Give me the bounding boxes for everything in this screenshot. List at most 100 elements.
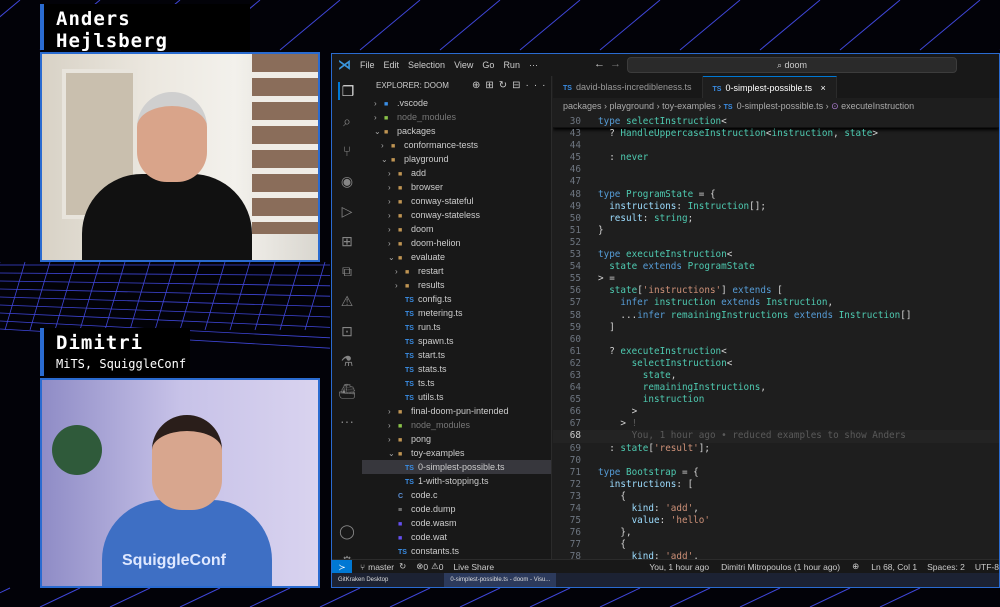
warning-icon[interactable]: ⚠ bbox=[338, 292, 356, 310]
code-editor[interactable]: 30 type selectInstruction< 43 ? HandleUppe… bbox=[553, 116, 999, 559]
tree-file[interactable]: ≡ code.dump bbox=[362, 502, 551, 516]
github-icon[interactable]: ◉ bbox=[338, 172, 356, 190]
remote-icon[interactable]: ≻ bbox=[332, 559, 352, 574]
tree-folder[interactable]: › ■ browser bbox=[362, 180, 551, 194]
search-icon[interactable]: ⌕ bbox=[338, 112, 356, 130]
editor-tab[interactable]: TS 0-simplest-possible.ts × bbox=[702, 76, 837, 98]
taskbar-gitkraken[interactable]: GitKraken Desktop bbox=[332, 573, 394, 587]
grid-line bbox=[179, 261, 201, 331]
editor-tab[interactable]: TS david-blass-incredibleness.ts bbox=[553, 76, 703, 98]
tree-folder[interactable]: › ■ .vscode bbox=[362, 96, 551, 110]
tree-folder[interactable]: › ■ results bbox=[362, 278, 551, 292]
tree-folder[interactable]: ⌄ ■ packages bbox=[362, 124, 551, 138]
code-token: 'add' bbox=[665, 551, 694, 559]
code-token: type bbox=[598, 188, 626, 200]
code-line: 74 kind: 'add', bbox=[553, 503, 999, 515]
tree-folder[interactable]: › ■ conway-stateful bbox=[362, 194, 551, 208]
explorer-sidebar: EXPLORER: DOOM ⊕⊞↻⊟··· › ■ .vscode › ■ node_m… bbox=[362, 76, 552, 559]
menu-item[interactable]: Go bbox=[482, 60, 494, 70]
close-icon[interactable]: × bbox=[821, 83, 826, 93]
zoom-icon[interactable]: ⊕ bbox=[852, 561, 859, 572]
tree-file[interactable]: TS utils.ts bbox=[362, 390, 551, 404]
breadcrumb-item[interactable]: toy-examples bbox=[662, 101, 716, 111]
line-number: 72 bbox=[569, 478, 581, 490]
breadcrumb-item[interactable]: packages bbox=[563, 101, 602, 111]
explorer-icon[interactable]: ❐ bbox=[338, 82, 356, 100]
tree-file[interactable]: TS 1-with-stopping.ts bbox=[362, 474, 551, 488]
tree-folder[interactable]: ⌄ ■ evaluate bbox=[362, 250, 551, 264]
menu-item[interactable]: ··· bbox=[529, 60, 538, 70]
tree-file[interactable]: TS stats.ts bbox=[362, 362, 551, 376]
code-token: ? bbox=[598, 345, 621, 357]
tree-file[interactable]: ■ code.wasm bbox=[362, 516, 551, 530]
tree-item-label: restart bbox=[418, 266, 444, 276]
tree-folder[interactable]: › ■ pong bbox=[362, 432, 551, 446]
tree-item-label: code.c bbox=[411, 490, 438, 500]
encoding[interactable]: UTF-8 bbox=[975, 562, 999, 572]
breadcrumb-item[interactable]: executeInstruction bbox=[841, 101, 914, 111]
tree-folder[interactable]: › ■ add bbox=[362, 166, 551, 180]
grid-line bbox=[519, 0, 581, 51]
tree-folder[interactable]: › ■ conformance-tests bbox=[362, 138, 551, 152]
tree-folder[interactable]: ⌄ ■ playground bbox=[362, 152, 551, 166]
code-token: ] bbox=[721, 285, 733, 297]
menu-item[interactable]: File bbox=[360, 60, 375, 70]
blame-current[interactable]: You, 1 hour ago bbox=[649, 562, 709, 572]
remote-explorer-icon[interactable]: ⧉ bbox=[338, 262, 356, 280]
testing-icon[interactable]: ⚗ bbox=[338, 352, 356, 370]
indentation[interactable]: Spaces: 2 bbox=[927, 562, 965, 572]
code-token: < bbox=[726, 249, 733, 261]
menu-item[interactable]: Selection bbox=[408, 60, 445, 70]
menu-item[interactable]: View bbox=[454, 60, 473, 70]
tree-file[interactable]: TS 0-simplest-possible.ts bbox=[362, 460, 551, 474]
code-token: type bbox=[598, 466, 626, 478]
tree-file[interactable]: TS metering.ts bbox=[362, 306, 551, 320]
code-token: , bbox=[670, 369, 677, 381]
tree-file[interactable]: TS start.ts bbox=[362, 348, 551, 362]
tree-file[interactable]: TS config.ts bbox=[362, 292, 551, 306]
source-control-icon[interactable]: ⑂ bbox=[338, 142, 356, 160]
tree-folder[interactable]: › ■ doom bbox=[362, 222, 551, 236]
more-icon[interactable]: ··· bbox=[338, 412, 356, 430]
breadcrumb-item[interactable]: 0-simplest-possible.ts bbox=[737, 101, 824, 111]
live-share-button[interactable]: Live Share bbox=[453, 562, 494, 572]
explorer-actions-icons[interactable]: ⊕⊞↻⊟··· bbox=[472, 76, 551, 96]
tree-folder[interactable]: › ■ doom-helion bbox=[362, 236, 551, 250]
warning-count[interactable]: 0 bbox=[439, 562, 444, 572]
tree-file[interactable]: TS run.ts bbox=[362, 320, 551, 334]
back-arrow-icon[interactable]: ← bbox=[594, 58, 605, 70]
blame-author[interactable]: Dimitri Mitropoulos (1 hour ago) bbox=[721, 562, 840, 572]
error-count[interactable]: 0 bbox=[423, 562, 428, 572]
chevron-right-icon: › bbox=[388, 421, 391, 430]
run-debug-icon[interactable]: ▷ bbox=[338, 202, 356, 220]
tree-file[interactable]: TS constants.ts bbox=[362, 544, 551, 558]
tree-folder[interactable]: › ■ final-doom-pun-intended bbox=[362, 404, 551, 418]
branch-name[interactable]: master bbox=[368, 562, 394, 572]
line-number: 56 bbox=[569, 285, 581, 297]
tree-folder[interactable]: ⌄ ■ toy-examples bbox=[362, 446, 551, 460]
sync-icon[interactable]: ↻ bbox=[399, 561, 406, 572]
extensions-icon[interactable]: ⊞ bbox=[338, 232, 356, 250]
speaker-1-body bbox=[82, 174, 252, 260]
forward-arrow-icon[interactable]: → bbox=[610, 58, 621, 70]
tree-folder[interactable]: › ■ conway-stateless bbox=[362, 208, 551, 222]
tree-file[interactable]: TS spawn.ts bbox=[362, 334, 551, 348]
taskbar-vscode[interactable]: 0-simplest-possible.ts - doom - Visu... bbox=[444, 573, 557, 587]
breadcrumb-item[interactable]: playground bbox=[610, 101, 655, 111]
command-center-search[interactable]: ⌕ doom bbox=[627, 57, 957, 73]
cursor-position[interactable]: Ln 68, Col 1 bbox=[871, 562, 917, 572]
tree-folder[interactable]: › ■ restart bbox=[362, 264, 551, 278]
account-icon[interactable]: ◯ bbox=[338, 522, 356, 540]
tree-file[interactable]: Ccode.c bbox=[362, 488, 551, 502]
tree-file[interactable]: TS ts.ts bbox=[362, 376, 551, 390]
menu-item[interactable]: Run bbox=[503, 60, 520, 70]
live-share-icon[interactable]: ⊡ bbox=[338, 322, 356, 340]
menu-item[interactable]: Edit bbox=[384, 60, 400, 70]
docker-icon[interactable]: ⛴ bbox=[338, 382, 356, 400]
search-icon: ⌕ bbox=[776, 60, 785, 70]
code-token: type bbox=[598, 116, 626, 127]
tree-file[interactable]: ■ code.wat bbox=[362, 530, 551, 544]
sticky-scroll-line: 30 type selectInstruction< bbox=[553, 116, 999, 129]
tree-folder[interactable]: › ■ node_modules bbox=[362, 110, 551, 124]
tree-folder[interactable]: › ■ node_modules bbox=[362, 418, 551, 432]
